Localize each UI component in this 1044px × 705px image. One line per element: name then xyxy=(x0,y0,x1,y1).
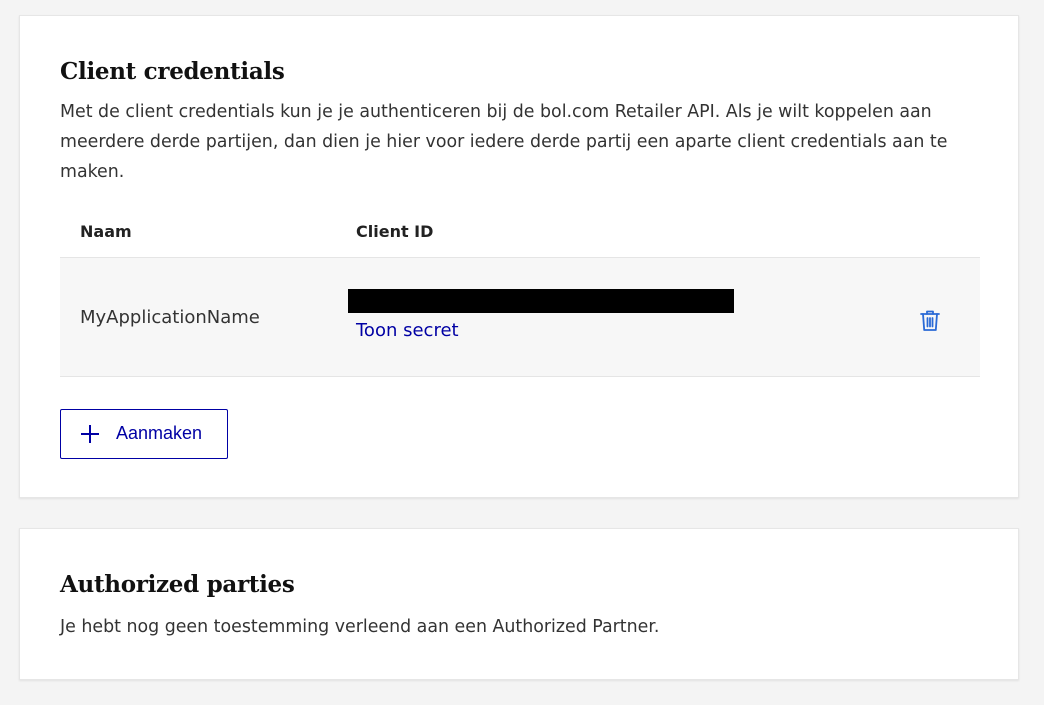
plus-icon xyxy=(81,425,99,443)
show-secret-link[interactable]: Toon secret xyxy=(356,320,459,341)
client-credentials-description: Met de client credentials kun je je auth… xyxy=(60,102,948,182)
authorized-parties-description: Je hebt nog geen toestemming verleend aa… xyxy=(60,617,660,637)
credentials-table-header: Naam Client ID xyxy=(60,216,980,248)
delete-credential-button[interactable] xyxy=(917,308,943,334)
authorized-parties-title: Authorized parties xyxy=(60,571,295,598)
create-button-label: Aanmaken xyxy=(116,423,203,443)
column-header-name: Naam xyxy=(80,222,132,241)
column-header-client-id: Client ID xyxy=(356,222,434,241)
application-name: MyApplicationName xyxy=(80,307,260,328)
table-row: MyApplicationName Toon secret xyxy=(60,257,980,377)
authorized-parties-card: Authorized parties Je hebt nog geen toes… xyxy=(19,528,1019,680)
create-credentials-button[interactable]: Aanmaken xyxy=(60,409,228,459)
trash-icon xyxy=(920,310,940,331)
client-credentials-card: Client credentials Met de client credent… xyxy=(19,15,1019,498)
client-credentials-title: Client credentials xyxy=(60,58,285,85)
client-id-redacted xyxy=(348,289,734,313)
